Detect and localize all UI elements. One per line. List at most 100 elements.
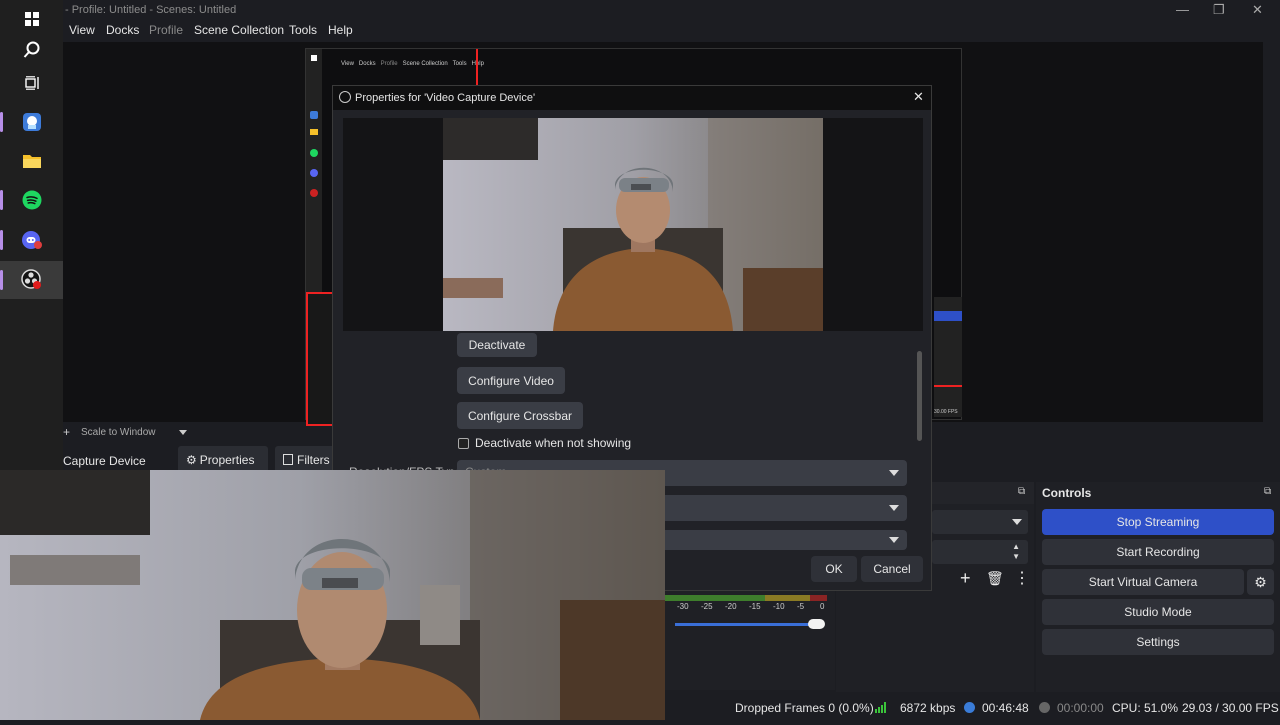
bitrate: 6872 kbps xyxy=(900,701,956,715)
audio-mixer: -30 -25 -20 -15 -10 -5 0 xyxy=(665,590,835,690)
running-indicator xyxy=(0,112,3,132)
deactivate-button[interactable]: Deactivate xyxy=(457,333,537,357)
menu-view[interactable]: View xyxy=(69,23,95,37)
file-explorer-icon[interactable] xyxy=(0,142,63,180)
running-indicator xyxy=(0,230,3,250)
recording-icon xyxy=(1039,702,1050,713)
deactivate-when-not-showing-checkbox[interactable] xyxy=(458,438,469,449)
deactivate-when-not-showing-label: Deactivate when not showing xyxy=(475,436,632,450)
stop-streaming-button[interactable]: Stop Streaming xyxy=(1042,509,1274,535)
ok-button[interactable]: OK xyxy=(811,556,857,582)
tick: 0 xyxy=(820,602,825,611)
properties-label: Properties xyxy=(199,452,255,467)
nested-fps: 30.00 FPS xyxy=(934,409,958,415)
tick: -30 xyxy=(677,602,689,611)
nested-red-divider xyxy=(934,385,962,387)
source-name: Capture Device xyxy=(63,454,146,468)
nested-windows-icon xyxy=(311,55,317,61)
chevron-down-icon xyxy=(1012,519,1022,525)
nested-stop-button xyxy=(934,311,962,321)
preview-toolbar: + Scale to Window xyxy=(63,424,343,440)
nested-menu-tools: Tools xyxy=(452,61,467,67)
add-icon[interactable]: + xyxy=(63,425,70,439)
obs-icon xyxy=(339,91,351,103)
running-indicator xyxy=(0,270,3,290)
menu-tools[interactable]: Tools xyxy=(289,23,317,37)
menu-help[interactable]: Help xyxy=(328,23,353,37)
gear-icon: ⚙ xyxy=(186,452,197,467)
chevron-down-icon[interactable] xyxy=(179,430,187,435)
app-icon[interactable] xyxy=(0,103,63,141)
webcam-preview xyxy=(443,118,823,331)
close-icon[interactable]: ✕ xyxy=(913,89,924,105)
obs-icon[interactable] xyxy=(0,261,63,299)
more-icon[interactable]: ⋮ xyxy=(1014,568,1030,588)
tick: -15 xyxy=(749,602,761,611)
running-indicator xyxy=(0,190,3,210)
scale-label: Scale to Window xyxy=(81,427,156,438)
virtual-camera-settings-icon[interactable]: ⚙ xyxy=(1247,569,1274,595)
nested-folder-icon xyxy=(310,129,318,135)
studio-mode-button[interactable]: Studio Mode xyxy=(1042,599,1274,625)
meter-yellow xyxy=(765,595,810,601)
spin-down-icon[interactable]: ▼ xyxy=(1012,552,1020,561)
trash-icon[interactable]: 🗑 xyxy=(986,570,1004,587)
stream-time: 00:46:48 xyxy=(982,701,1029,715)
minimize-icon[interactable]: — xyxy=(1176,2,1189,17)
start-recording-button[interactable]: Start Recording xyxy=(1042,539,1274,565)
nested-app-icon xyxy=(310,111,318,119)
chevron-down-icon xyxy=(889,470,899,476)
fps: 29.03 / 30.00 FPS xyxy=(1182,701,1279,715)
signal-icon xyxy=(875,702,887,716)
nested-spotify-icon xyxy=(310,149,318,157)
dialog-title: Properties for 'Video Capture Device' xyxy=(355,92,536,104)
dialog-titlebar: Properties for 'Video Capture Device' ✕ xyxy=(333,86,931,110)
duration-spinbox[interactable]: ▲ ▼ xyxy=(932,540,1028,564)
nested-obs-icon xyxy=(310,189,318,197)
chevron-down-icon xyxy=(889,537,899,543)
nested-menu-view: View xyxy=(341,61,354,67)
nested-discord-icon xyxy=(310,169,318,177)
cancel-button[interactable]: Cancel xyxy=(861,556,923,582)
configure-crossbar-button[interactable]: Configure Crossbar xyxy=(457,402,583,429)
menu-profile[interactable]: Profile xyxy=(149,23,183,37)
nested-menu-docks: Docks xyxy=(358,61,376,67)
menu-docks[interactable]: Docks xyxy=(106,23,139,37)
task-view-icon[interactable] xyxy=(0,64,63,102)
start-virtual-camera-button[interactable]: Start Virtual Camera xyxy=(1042,569,1244,595)
transition-select[interactable] xyxy=(932,510,1028,534)
meter-green xyxy=(665,595,765,601)
settings-button[interactable]: Settings xyxy=(1042,629,1274,655)
nested-menu: View Docks Profile Scene Collection Tool… xyxy=(341,61,484,67)
properties-button[interactable]: ⚙ Properties xyxy=(178,446,268,473)
nested-menu-profile: Profile xyxy=(380,61,398,67)
close-icon[interactable]: ✕ xyxy=(1252,2,1263,18)
undock-icon[interactable]: ⧉ xyxy=(1264,486,1271,497)
nested-controls: 30.00 FPS xyxy=(934,297,962,417)
tick: -25 xyxy=(701,602,713,611)
configure-video-button[interactable]: Configure Video xyxy=(457,367,565,394)
discord-icon[interactable] xyxy=(0,221,63,259)
volume-slider-handle[interactable] xyxy=(808,619,825,629)
add-icon[interactable]: + xyxy=(960,568,971,589)
undock-icon[interactable]: ⧉ xyxy=(1018,486,1025,497)
tick: -5 xyxy=(797,602,805,611)
restore-icon[interactable]: ❐ xyxy=(1213,2,1225,18)
meter-red xyxy=(810,595,827,601)
dropped-frames: Dropped Frames 0 (0.0%) xyxy=(735,701,874,715)
streaming-icon xyxy=(964,702,975,713)
nested-red-line xyxy=(476,49,478,89)
controls-dock: Controls ⧉ Stop Streaming Start Recordin… xyxy=(1036,482,1280,692)
tick: -20 xyxy=(725,602,737,611)
window-title: - Profile: Untitled - Scenes: Untitled xyxy=(65,4,237,16)
volume-track[interactable] xyxy=(675,623,820,626)
spotify-icon[interactable] xyxy=(0,181,63,219)
spin-up-icon[interactable]: ▲ xyxy=(1012,542,1020,551)
menu-scene-collection[interactable]: Scene Collection xyxy=(194,23,284,37)
dialog-scrollbar[interactable] xyxy=(917,351,922,441)
nested-source-bounds xyxy=(306,292,334,426)
record-time: 00:00:00 xyxy=(1057,701,1104,715)
status-bar: Dropped Frames 0 (0.0%) 6872 kbps 00:46:… xyxy=(665,696,1280,720)
cpu-usage: CPU: 51.0% xyxy=(1112,701,1179,715)
controls-title: Controls xyxy=(1042,486,1092,500)
